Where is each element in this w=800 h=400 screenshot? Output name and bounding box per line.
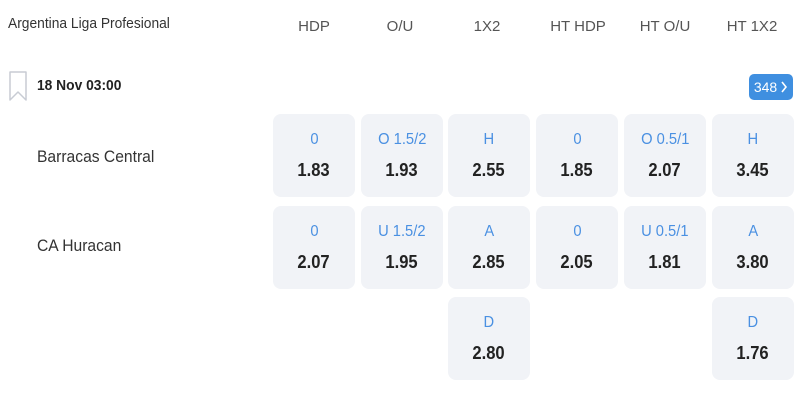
odd-value: 2.07 [297,252,331,272]
more-markets-count: 348 [753,79,778,95]
odd-value: 1.83 [297,160,331,180]
odd-line: D [747,314,759,331]
odd-line: 0 [572,223,582,240]
odd-line: H [747,131,759,148]
odd-value: 2.80 [472,343,506,363]
odd-value: 1.93 [385,160,419,180]
home-team-name: Barracas Central [37,147,155,166]
chevron-right-icon [781,81,788,93]
odd-value: 3.80 [736,252,770,272]
odd-line: 0 [309,131,319,148]
odd-cell-home-hdp[interactable]: 0 1.83 [273,114,355,197]
col-header-ou: O/U [386,18,414,35]
odd-line: A [748,223,758,240]
col-header-ht-hdp: HT HDP [550,18,606,35]
odd-value: 2.05 [560,252,594,272]
odd-value: 1.85 [560,160,594,180]
col-header-ht-ou: HT O/U [639,18,691,35]
odd-value: 1.81 [648,252,682,272]
odd-cell-away-ht-ou[interactable]: U 0.5/1 1.81 [624,206,706,289]
odd-cell-draw-ht-1x2[interactable]: D 1.76 [712,297,794,380]
odd-line: H [483,131,495,148]
odd-cell-home-ht-1x2[interactable]: H 3.45 [712,114,794,197]
odd-value: 2.85 [472,252,506,272]
odd-cell-home-1x2[interactable]: H 2.55 [448,114,530,197]
odd-value: 1.76 [736,343,770,363]
col-header-hdp: HDP [298,18,330,35]
bookmark-icon[interactable] [9,71,27,101]
odd-cell-home-ou[interactable]: O 1.5/2 1.93 [361,114,443,197]
odd-line: D [483,314,495,331]
odd-line: U 0.5/1 [641,223,689,240]
odd-value: 3.45 [736,160,770,180]
odd-cell-away-ht-hdp[interactable]: 0 2.05 [536,206,618,289]
league-title: Argentina Liga Profesional [8,15,170,32]
odd-value: 1.95 [385,252,419,272]
odd-value: 2.55 [472,160,506,180]
odd-line: 0 [572,131,582,148]
odd-cell-draw-1x2[interactable]: D 2.80 [448,297,530,380]
odd-value: 2.07 [648,160,682,180]
more-markets-button[interactable]: 348 [749,74,793,100]
col-header-ht-1x2: HT 1X2 [726,18,778,35]
odd-line: U 1.5/2 [378,223,426,240]
match-datetime: 18 Nov 03:00 [37,77,122,94]
odd-line: 0 [309,223,319,240]
odd-cell-home-ht-hdp[interactable]: 0 1.85 [536,114,618,197]
odd-line: A [484,223,494,240]
odd-line: O 1.5/2 [377,131,427,148]
away-team-name: CA Huracan [37,236,122,255]
odd-line: O 0.5/1 [640,131,690,148]
odd-cell-away-ou[interactable]: U 1.5/2 1.95 [361,206,443,289]
odd-cell-home-ht-ou[interactable]: O 0.5/1 2.07 [624,114,706,197]
odd-cell-away-1x2[interactable]: A 2.85 [448,206,530,289]
odd-cell-away-ht-1x2[interactable]: A 3.80 [712,206,794,289]
col-header-1x2: 1X2 [473,18,501,35]
odd-cell-away-hdp[interactable]: 0 2.07 [273,206,355,289]
